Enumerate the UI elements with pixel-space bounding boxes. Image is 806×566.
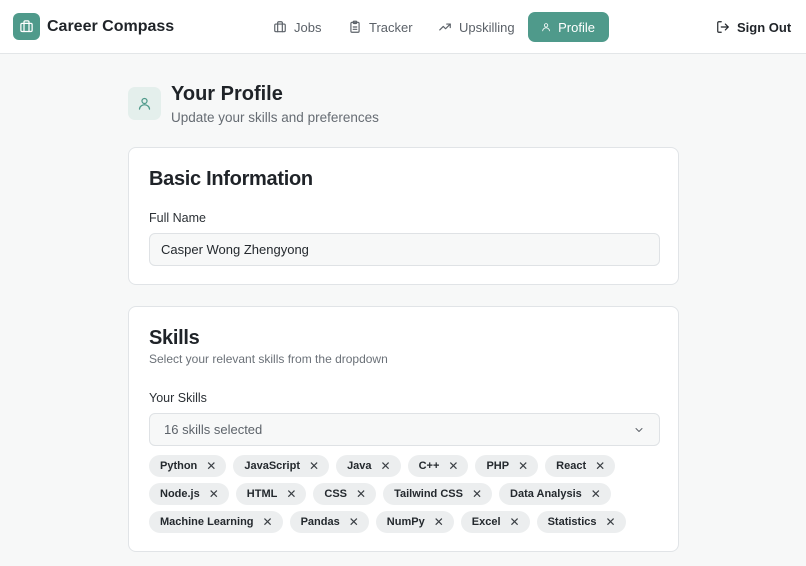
skills-title: Skills (149, 327, 200, 349)
nav-jobs[interactable]: Jobs (263, 12, 331, 42)
nav-profile-label: Profile (558, 19, 595, 35)
remove-skill-icon[interactable]: ✕ (349, 516, 359, 528)
nav-tracker[interactable]: Tracker (338, 12, 423, 42)
log-out-icon (717, 21, 729, 33)
top-nav-bar: Career Compass Jobs Tracker Upskilling P… (0, 0, 806, 54)
remove-skill-icon[interactable]: ✕ (206, 460, 216, 472)
chip-row: Machine Learning ✕ Pandas ✕ NumPy ✕ Excel ✕ … (149, 511, 669, 533)
remove-skill-icon[interactable]: ✕ (591, 488, 601, 500)
remove-skill-icon[interactable]: ✕ (309, 460, 319, 472)
nav-jobs-label: Jobs (294, 19, 322, 35)
skill-chip: PHP ✕ (475, 455, 539, 477)
nav-profile[interactable]: Profile (528, 12, 609, 42)
skill-chip-label: Excel (471, 516, 501, 528)
remove-skill-icon[interactable]: ✕ (381, 460, 391, 472)
skill-chip-label: JavaScript (244, 460, 300, 472)
profile-header-icon (128, 87, 161, 120)
remove-skill-icon[interactable]: ✕ (606, 516, 616, 528)
skills-description: Select your relevant skills from the dro… (149, 352, 388, 366)
chip-row: Node.js ✕ HTML ✕ CSS ✕ Tailwind CSS ✕ Data A… (149, 483, 669, 505)
chevron-down-icon (635, 428, 643, 432)
skills-dropdown-value: 16 skills selected (164, 422, 263, 437)
briefcase-icon (274, 21, 286, 33)
your-skills-label: Your Skills (149, 391, 207, 405)
skill-chip-label: HTML (246, 488, 278, 500)
basic-information-card: Basic Information Full Name Casper Wong … (128, 147, 679, 285)
remove-skill-icon[interactable]: ✕ (434, 516, 444, 528)
skill-chip-label: Pandas (300, 516, 340, 528)
skill-chip-label: React (556, 460, 587, 472)
remove-skill-icon[interactable]: ✕ (595, 460, 605, 472)
skill-chip: Pandas ✕ (289, 511, 369, 533)
remove-skill-icon[interactable]: ✕ (356, 488, 366, 500)
remove-skill-icon[interactable]: ✕ (518, 460, 528, 472)
page-subtitle: Update your skills and preferences (171, 110, 379, 125)
skills-card: Skills Select your relevant skills from … (128, 306, 679, 552)
skill-chip-label: Machine Learning (160, 516, 254, 528)
app-name: Career Compass (47, 17, 175, 35)
skill-chip: Node.js ✕ (149, 483, 229, 505)
skill-chip: Tailwind CSS ✕ (383, 483, 493, 505)
skill-chip: HTML ✕ (235, 483, 307, 505)
remove-skill-icon[interactable]: ✕ (448, 460, 458, 472)
skill-chip-label: NumPy (386, 516, 425, 528)
skill-chip-label: Python (160, 460, 198, 472)
skill-chip-label: Statistics (547, 516, 597, 528)
skill-chip-label: Java (347, 460, 372, 472)
skill-chip: Machine Learning ✕ (149, 511, 283, 533)
user-icon (542, 23, 550, 32)
full-name-field[interactable]: Casper Wong Zhengyong (149, 233, 660, 266)
skill-chip: Excel ✕ (460, 511, 530, 533)
remove-skill-icon[interactable]: ✕ (510, 516, 520, 528)
skill-chip: CSS ✕ (313, 483, 377, 505)
skill-chip: Java ✕ (336, 455, 401, 477)
remove-skill-icon[interactable]: ✕ (209, 488, 219, 500)
sign-out-button[interactable]: Sign Out (716, 12, 791, 42)
remove-skill-icon[interactable]: ✕ (286, 488, 296, 500)
skill-chip-label: C++ (418, 460, 440, 472)
skill-chip: Data Analysis ✕ (499, 483, 611, 505)
brand[interactable]: Career Compass (13, 13, 174, 40)
skill-chip: Python ✕ (149, 455, 227, 477)
trending-up-icon (439, 23, 451, 31)
skill-chip: React ✕ (545, 455, 616, 477)
skill-chip-label: Node.js (160, 488, 200, 500)
skills-dropdown[interactable]: 16 skills selected (149, 413, 660, 446)
skill-chip: NumPy ✕ (375, 511, 454, 533)
skill-chip: Statistics ✕ (536, 511, 626, 533)
skill-chip-label: PHP (486, 460, 510, 472)
skill-chip-label: CSS (324, 488, 348, 500)
skill-chip-label: Data Analysis (510, 488, 582, 500)
chip-row: Python ✕ JavaScript ✕ Java ✕ C++ ✕ PHP ✕ Reac… (149, 455, 669, 477)
page-title: Your Profile (171, 83, 283, 105)
selected-skills-list: Python ✕ JavaScript ✕ Java ✕ C++ ✕ PHP ✕ Reac… (149, 455, 669, 539)
remove-skill-icon[interactable]: ✕ (472, 488, 482, 500)
user-icon (138, 97, 151, 110)
sign-out-label: Sign Out (737, 19, 792, 35)
basic-information-title: Basic Information (149, 168, 313, 190)
briefcase-logo-icon (13, 13, 40, 40)
skill-chip-label: Tailwind CSS (394, 488, 463, 500)
nav-tracker-label: Tracker (369, 19, 413, 35)
skill-chip: C++ ✕ (407, 455, 469, 477)
nav-upskilling[interactable]: Upskilling (428, 12, 525, 42)
skill-chip: JavaScript ✕ (233, 455, 330, 477)
full-name-label: Full Name (149, 211, 206, 225)
clipboard-icon (350, 20, 360, 33)
nav-upskilling-label: Upskilling (459, 19, 515, 35)
remove-skill-icon[interactable]: ✕ (263, 516, 273, 528)
